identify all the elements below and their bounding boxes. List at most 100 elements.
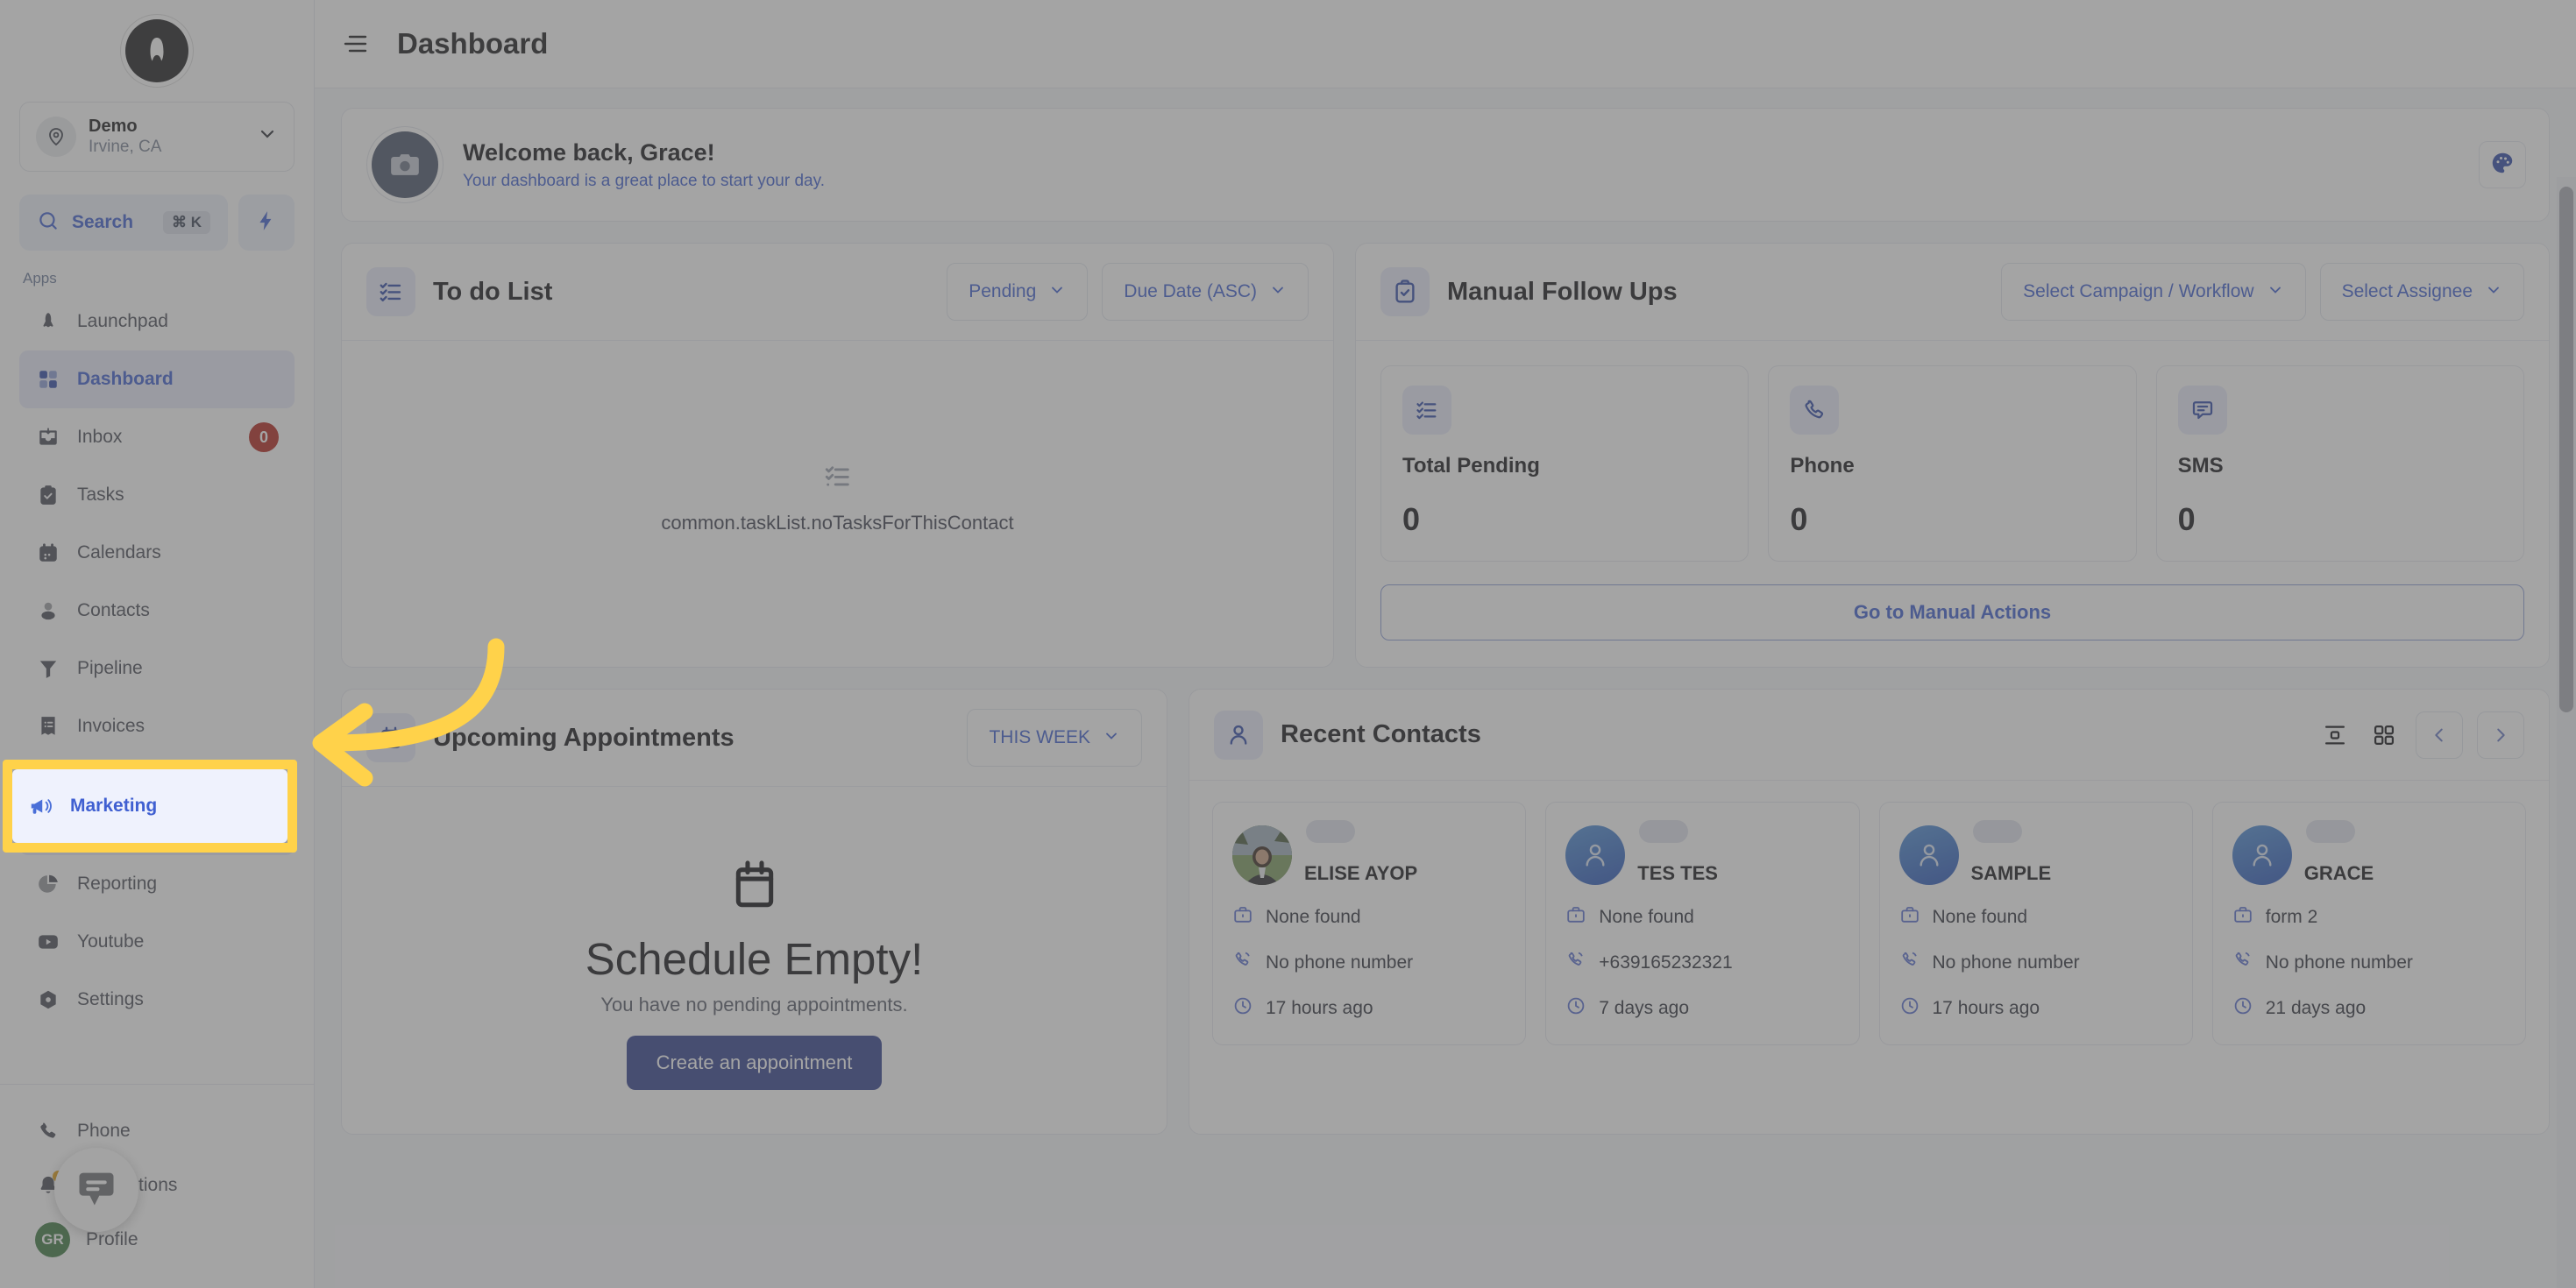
recent-contacts-next-button[interactable] xyxy=(2477,711,2524,759)
briefcase-icon xyxy=(2232,904,2253,931)
stat-card-phone: Phone 0 xyxy=(1768,365,2137,562)
theme-palette-button[interactable] xyxy=(2479,141,2526,188)
appointments-header: Upcoming Appointments THIS WEEK xyxy=(342,690,1167,787)
search-label: Search xyxy=(72,212,134,232)
sidebar-item-marketing[interactable]: Marketing xyxy=(19,797,295,855)
mfu-filters: Select Campaign / Workflow Select Assign… xyxy=(2001,263,2524,321)
contact-card[interactable]: GRACE form 2 No phone number 21 days ago xyxy=(2211,802,2526,1045)
contact-top: ELISE AYOP xyxy=(1232,820,1506,885)
todo-empty-text: common.taskList.noTasksForThisContact xyxy=(661,511,1014,534)
sidebar-item-label: Settings xyxy=(77,989,144,1009)
grid-view-icon[interactable] xyxy=(2367,718,2402,753)
contact-phone: No phone number xyxy=(2265,952,2413,973)
chevron-down-icon[interactable] xyxy=(257,124,278,150)
sidebar: Demo Irvine, CA Search ⌘ K Apps Launchpa… xyxy=(0,0,315,1288)
appointments-filters: THIS WEEK xyxy=(967,709,1142,767)
sidebar-item-label: Reporting xyxy=(77,874,158,894)
appointments-range-select[interactable]: THIS WEEK xyxy=(967,709,1142,767)
sms-bubble-icon xyxy=(2177,386,2227,435)
avatar xyxy=(1565,825,1626,885)
contact-name: TES TES xyxy=(1637,862,1718,884)
tools-nav: Marketing Reporting Youtube Settings xyxy=(0,797,314,1029)
contact-phone: +639165232321 xyxy=(1599,952,1733,973)
contact-time: 17 hours ago xyxy=(1266,998,1373,1018)
contact-source: None found xyxy=(1932,907,2028,927)
phone-icon xyxy=(1232,950,1253,976)
chevron-down-icon xyxy=(1103,727,1120,749)
dashboard-row-2: Upcoming Appointments THIS WEEK Schedule… xyxy=(341,689,2550,1135)
phone-icon xyxy=(1565,950,1586,976)
stat-label: Total Pending xyxy=(1402,454,1540,478)
sidebar-item-profile[interactable]: GR Profile xyxy=(19,1213,295,1267)
sidebar-item-phone[interactable]: Phone xyxy=(19,1104,295,1158)
campaign-workflow-select[interactable]: Select Campaign / Workflow xyxy=(2001,263,2306,321)
contact-source-row: None found xyxy=(1899,904,2173,931)
search-input[interactable]: Search ⌘ K xyxy=(19,195,228,251)
phone-icon xyxy=(2232,950,2253,976)
sidebar-item-label: Invoices xyxy=(77,716,145,736)
contact-time: 17 hours ago xyxy=(1932,998,2040,1018)
search-icon xyxy=(37,209,60,237)
recent-contacts-title: Recent Contacts xyxy=(1281,720,1481,748)
sidebar-item-calendars[interactable]: Calendars xyxy=(19,524,295,582)
chat-widget-button[interactable] xyxy=(54,1148,138,1232)
sidebar-item-youtube[interactable]: Youtube xyxy=(19,913,295,971)
contact-card[interactable]: ELISE AYOP None found No phone number 17… xyxy=(1212,802,1527,1045)
hamburger-menu-icon[interactable] xyxy=(341,32,371,56)
todo-sort-filter[interactable]: Due Date (ASC) xyxy=(1102,263,1309,321)
vertical-scrollbar-thumb[interactable] xyxy=(2559,187,2573,712)
sidebar-item-contacts[interactable]: Contacts xyxy=(19,582,295,640)
search-shortcut: ⌘ K xyxy=(163,211,210,234)
briefcase-icon xyxy=(1565,904,1586,931)
clock-icon xyxy=(1232,995,1253,1022)
sidebar-item-label: Calendars xyxy=(77,542,161,563)
checklist-icon xyxy=(1402,386,1451,435)
assignee-select[interactable]: Select Assignee xyxy=(2319,263,2524,321)
sidebar-item-inbox[interactable]: Inbox 0 xyxy=(19,408,295,466)
sidebar-item-label: Pipeline xyxy=(77,658,143,678)
pie-chart-icon xyxy=(35,871,61,897)
contact-source: None found xyxy=(1599,907,1694,927)
location-switcher[interactable]: Demo Irvine, CA xyxy=(19,102,295,172)
sidebar-item-label: Dashboard xyxy=(77,369,174,389)
sidebar-item-label: Inbox xyxy=(77,427,123,447)
clock-icon xyxy=(2232,995,2253,1022)
calendar-icon xyxy=(727,857,783,917)
sidebar-item-tasks[interactable]: Tasks xyxy=(19,466,295,524)
app-logo[interactable] xyxy=(125,19,188,82)
search-row: Search ⌘ K xyxy=(19,195,295,251)
camera-icon[interactable] xyxy=(372,131,438,198)
chevron-down-icon xyxy=(1269,281,1287,303)
checklist-icon xyxy=(366,267,415,316)
person-icon xyxy=(1214,710,1263,760)
rocket-icon xyxy=(35,308,61,335)
todo-status-filter[interactable]: Pending xyxy=(947,263,1089,321)
assignee-label: Select Assignee xyxy=(2341,281,2473,301)
sidebar-item-pipeline[interactable]: Pipeline xyxy=(19,640,295,697)
sidebar-item-launchpad[interactable]: Launchpad xyxy=(19,293,295,350)
todo-header: To do List Pending Due Date (ASC) xyxy=(342,244,1333,341)
create-appointment-button[interactable]: Create an appointment xyxy=(626,1036,883,1090)
quick-action-button[interactable] xyxy=(238,195,295,251)
sidebar-item-dashboard[interactable]: Dashboard xyxy=(19,350,295,408)
go-to-manual-actions-button[interactable]: Go to Manual Actions xyxy=(1380,584,2524,640)
sidebar-item-settings[interactable]: Settings xyxy=(19,971,295,1029)
contact-card[interactable]: SAMPLE None found No phone number 17 hou… xyxy=(1878,802,2193,1045)
mfu-header: Manual Follow Ups Select Campaign / Work… xyxy=(1356,244,2549,341)
contact-phone: No phone number xyxy=(1266,952,1414,973)
appointments-range-label: THIS WEEK xyxy=(989,727,1090,747)
main-area: Dashboard Welcome back, Grace! Your dash… xyxy=(315,0,2576,1288)
list-view-icon[interactable] xyxy=(2317,718,2352,753)
recent-contacts-prev-button[interactable] xyxy=(2416,711,2463,759)
contact-card[interactable]: TES TES None found +639165232321 7 days … xyxy=(1545,802,1860,1045)
section-label-tools: Tools xyxy=(23,775,58,791)
page-title: Dashboard xyxy=(397,27,549,60)
contact-name: SAMPLE xyxy=(1970,862,2052,884)
brand-row xyxy=(0,0,314,102)
sidebar-item-invoices[interactable]: Invoices xyxy=(19,697,295,755)
person-icon xyxy=(35,598,61,624)
sidebar-item-reporting[interactable]: Reporting xyxy=(19,855,295,913)
stat-card-total-pending: Total Pending 0 xyxy=(1380,365,1749,562)
avatar: GR xyxy=(35,1222,70,1257)
contact-phone-row: No phone number xyxy=(1899,950,2173,976)
